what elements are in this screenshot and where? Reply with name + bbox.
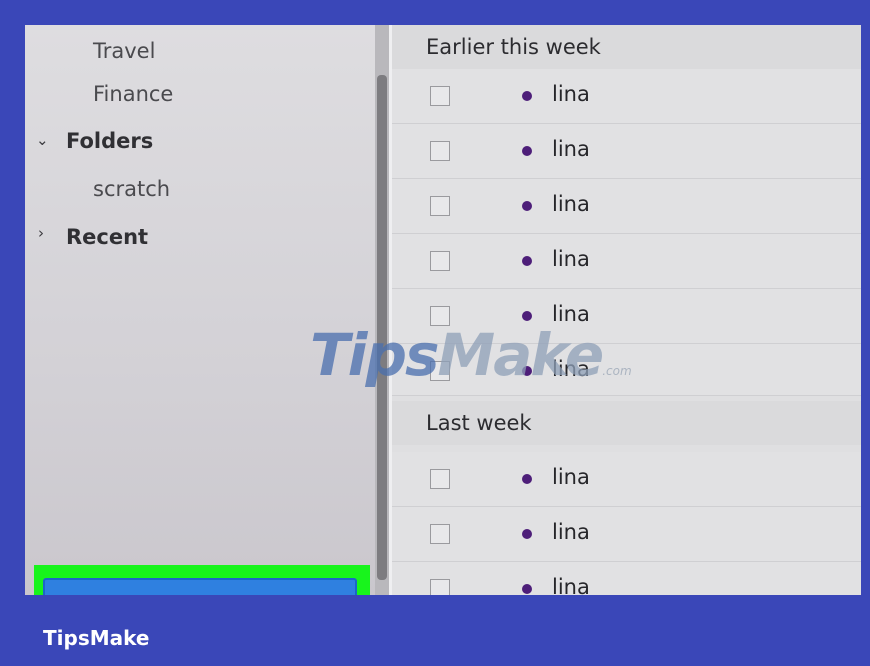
- message-row[interactable]: lina: [392, 179, 861, 234]
- message-row[interactable]: lina: [392, 344, 861, 396]
- mail-window: Travel Finance ⌄ Folders scratch › Recen…: [25, 25, 861, 595]
- folder-sidebar: Travel Finance ⌄ Folders scratch › Recen…: [25, 25, 375, 595]
- chevron-right-icon[interactable]: ›: [38, 224, 44, 242]
- message-sender: lina: [552, 575, 590, 595]
- footer-brand: TipsMake: [43, 626, 150, 650]
- group-header-last-week: Last week: [392, 401, 861, 445]
- message-sender: lina: [552, 465, 590, 489]
- message-row[interactable]: lina: [392, 69, 861, 124]
- message-checkbox[interactable]: [430, 361, 450, 381]
- unread-dot-icon: [522, 366, 532, 376]
- message-row[interactable]: lina: [392, 562, 861, 595]
- chevron-down-icon[interactable]: ⌄: [36, 131, 49, 149]
- unread-dot-icon: [522, 256, 532, 266]
- sidebar-item-folders[interactable]: Folders: [66, 129, 153, 153]
- message-row[interactable]: lina: [392, 124, 861, 179]
- message-checkbox[interactable]: [430, 524, 450, 544]
- message-sender: lina: [552, 302, 590, 326]
- unread-dot-icon: [522, 201, 532, 211]
- unread-dot-icon: [522, 584, 532, 594]
- unread-dot-icon: [522, 474, 532, 484]
- message-sender: lina: [552, 192, 590, 216]
- unread-dot-icon: [522, 311, 532, 321]
- sidebar-item-scratch[interactable]: scratch: [93, 177, 170, 201]
- message-checkbox[interactable]: [430, 306, 450, 326]
- sidebar-scrollbar-thumb[interactable]: [377, 75, 387, 580]
- message-checkbox[interactable]: [430, 251, 450, 271]
- unread-dot-icon: [522, 529, 532, 539]
- message-checkbox[interactable]: [430, 469, 450, 489]
- message-checkbox[interactable]: [430, 86, 450, 106]
- group-header-this-week: Earlier this week: [392, 25, 861, 69]
- message-sender: lina: [552, 247, 590, 271]
- message-list: Earlier this week lina lina lina lina li…: [392, 25, 861, 595]
- message-sender: lina: [552, 82, 590, 106]
- sidebar-item-travel[interactable]: Travel: [93, 39, 155, 63]
- message-row[interactable]: lina: [392, 289, 861, 344]
- message-row[interactable]: lina: [392, 507, 861, 562]
- message-checkbox[interactable]: [430, 579, 450, 595]
- sidebar-item-finance[interactable]: Finance: [93, 82, 173, 106]
- unread-dot-icon: [522, 91, 532, 101]
- message-sender: lina: [552, 357, 590, 381]
- message-sender: lina: [552, 137, 590, 161]
- message-row[interactable]: lina: [392, 234, 861, 289]
- message-sender: lina: [552, 520, 590, 544]
- message-checkbox[interactable]: [430, 141, 450, 161]
- message-row[interactable]: lina: [392, 452, 861, 507]
- message-checkbox[interactable]: [430, 196, 450, 216]
- sidebar-item-recent[interactable]: Recent: [66, 225, 148, 249]
- unread-dot-icon: [522, 146, 532, 156]
- new-mail-button[interactable]: [43, 578, 357, 595]
